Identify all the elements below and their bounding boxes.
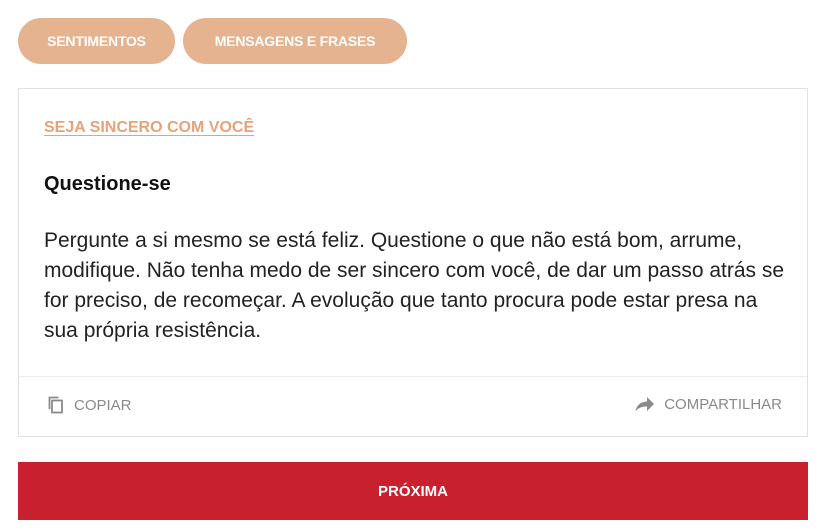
tag-sentimentos[interactable]: SENTIMENTOS [18,18,175,64]
copy-button[interactable]: COPIAR [46,395,132,415]
category-link[interactable]: SEJA SINCERO COM VOCÊ [44,119,254,137]
copy-label: COPIAR [74,396,132,414]
card-divider [19,376,807,377]
share-arrow-icon [634,395,656,413]
message-card: SEJA SINCERO COM VOCÊ Questione-se Pergu… [18,88,808,437]
tag-mensagens-e-frases[interactable]: MENSAGENS E FRASES [183,18,407,64]
share-label: COMPARTILHAR [664,395,782,413]
tag-list: SENTIMENTOS MENSAGENS E FRASES [18,18,407,64]
message-text: Pergunte a si mesmo se está feliz. Quest… [44,229,785,342]
copy-icon [46,395,66,415]
share-button[interactable]: COMPARTILHAR [634,395,782,413]
next-button[interactable]: PRÓXIMA [18,462,808,520]
message-title: Questione-se [44,173,171,195]
